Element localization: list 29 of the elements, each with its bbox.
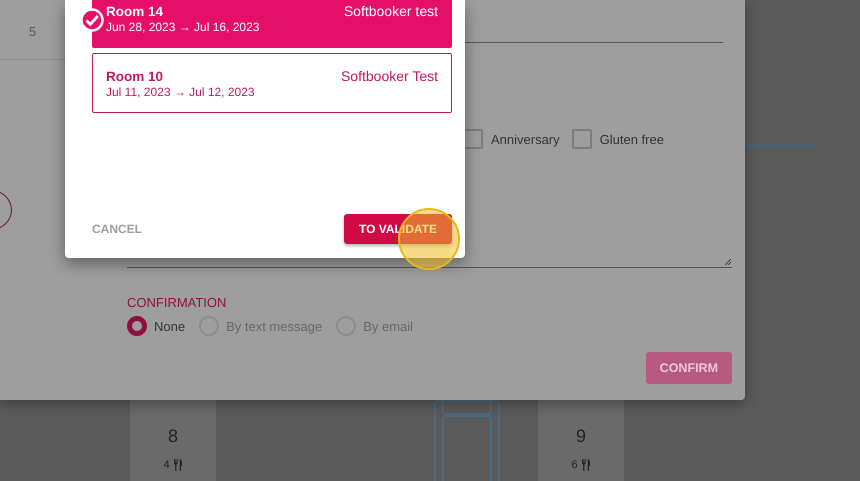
radio-label: By email bbox=[363, 318, 414, 334]
date-range: Jun 28, 2023 → Jul 16, 2023 bbox=[106, 20, 260, 34]
checkbox-label: Gluten free bbox=[600, 132, 664, 146]
seat-count: 6 bbox=[571, 459, 578, 471]
section-heading: CONFIRMATION bbox=[127, 295, 228, 310]
cancel-button[interactable]: CANCEL bbox=[92, 214, 142, 244]
room-name: Room 14 bbox=[106, 4, 164, 19]
table-number: 8 bbox=[168, 426, 178, 447]
fork-knife-icon bbox=[172, 459, 183, 471]
fork-knife-icon bbox=[580, 459, 591, 471]
restaurant-table[interactable]: 9 6 bbox=[538, 400, 624, 481]
radio-label: None bbox=[154, 318, 186, 334]
table-number: 9 bbox=[576, 426, 586, 447]
seat-count: 4 bbox=[163, 459, 170, 471]
company-name: Softbooker Test bbox=[340, 68, 438, 84]
date-range: Jul 11, 2023 → Jul 12, 2023 bbox=[106, 85, 256, 99]
confirm-button[interactable]: CONFIRM bbox=[646, 352, 732, 384]
room-card[interactable]: Room 14 Softbooker test Jun 28, 2023 → Jul 16, 2023 bbox=[92, 0, 452, 48]
validate-button[interactable]: TO VALIDATE bbox=[344, 214, 452, 244]
company-name: Softbooker test bbox=[344, 3, 438, 19]
radio-button[interactable] bbox=[127, 316, 147, 336]
room-name: Room 10 bbox=[106, 69, 164, 84]
resize-handle-icon[interactable] bbox=[725, 259, 731, 265]
check-circle-icon bbox=[80, 8, 104, 32]
radio-label: By text message bbox=[226, 318, 322, 334]
room-card[interactable]: Room 10 Softbooker Test Jul 11, 2023 → Jul 12, 2023 bbox=[92, 53, 452, 113]
restaurant-table[interactable]: 8 4 bbox=[130, 400, 216, 481]
checkbox[interactable] bbox=[572, 129, 592, 149]
checkbox-label: Anniversary bbox=[491, 132, 560, 146]
